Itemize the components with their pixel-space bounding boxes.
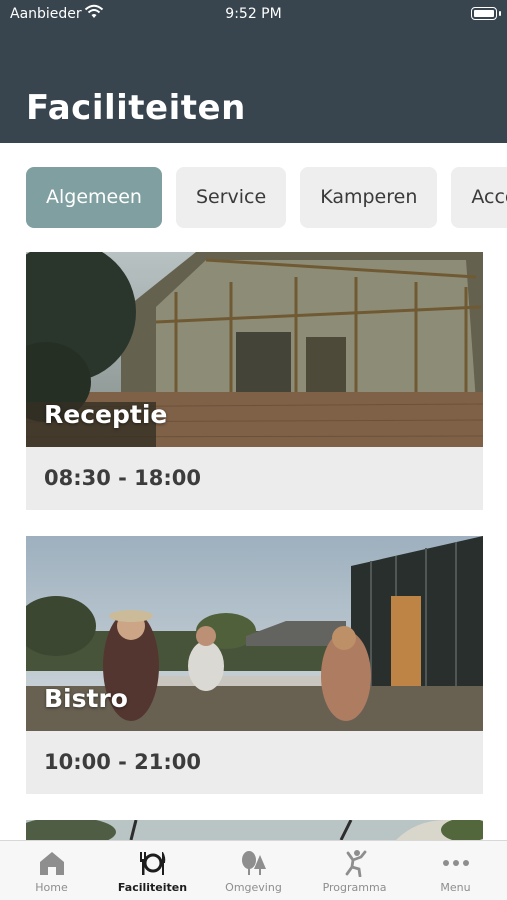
tab-algemeen[interactable]: Algemeen [26,167,162,228]
house-icon [39,852,64,875]
bottom-tab-bar: Home Faciliteiten Omgeving Programma Men… [0,840,507,900]
tab-label: Home [35,881,68,894]
facility-photo: Bistro [26,536,483,731]
status-bar: Aanbieder 9:52 PM [0,4,507,24]
tab-menu[interactable]: Menu [405,841,506,900]
category-tabs: AlgemeenServiceKamperenAccommodaties [26,167,507,228]
tab-kamperen[interactable]: Kamperen [300,167,438,228]
tab-label: Omgeving [225,881,282,894]
tab-label: Menu [440,881,471,894]
facility-hours: 08:30 - 18:00 [44,466,202,490]
tab-label: Faciliteiten [117,881,188,894]
battery-icon [471,7,501,20]
facility-card-partial[interactable] [26,820,483,840]
facility-photo: Receptie [26,252,483,447]
clock: 9:52 PM [225,6,282,22]
page-title: Faciliteiten [26,88,246,128]
tab-label: Programma [322,881,387,894]
tab-omgeving[interactable]: Omgeving [203,841,304,900]
tab-home[interactable]: Home [1,841,102,900]
tab-service[interactable]: Service [175,167,287,228]
person-jumping-icon [345,850,366,877]
more-dots-icon [442,860,469,866]
trees-icon [241,851,266,875]
facility-card-receptie[interactable]: Receptie 08:30 - 18:00 [26,252,483,510]
app-header: Aanbieder 9:52 PM Faciliteiten [0,0,507,143]
cutlery-icon [139,852,165,875]
facility-name: Bistro [44,684,128,713]
facility-card-bistro[interactable]: Bistro 10:00 - 21:00 [26,536,483,794]
facility-photo [26,820,483,840]
facility-name: Receptie [44,400,168,429]
facility-hours: 10:00 - 21:00 [44,750,202,774]
tab-programma[interactable]: Programma [304,841,405,900]
tab-faciliteiten[interactable]: Faciliteiten [102,841,203,900]
tab-accommodaties[interactable]: Accommodaties [451,167,507,228]
